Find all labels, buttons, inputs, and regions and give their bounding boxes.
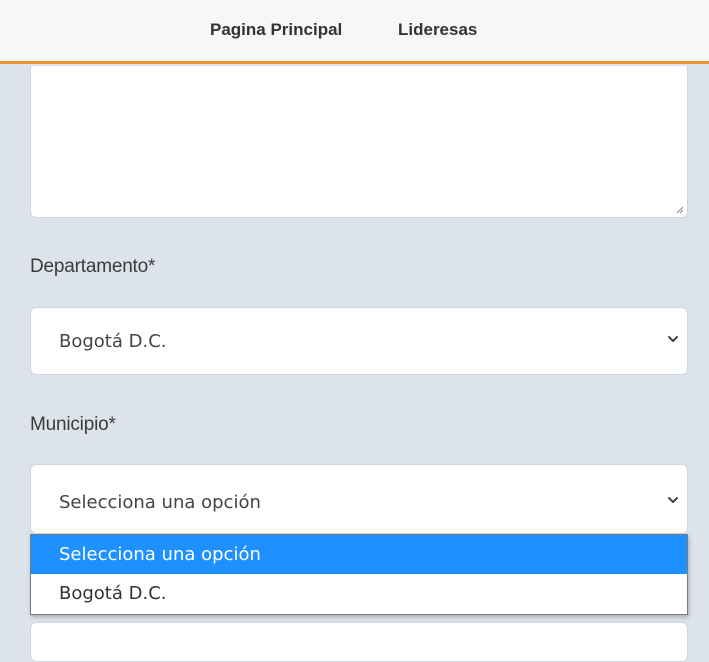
- nav-link-lideresas[interactable]: Lideresas: [398, 20, 477, 40]
- municipio-option-placeholder[interactable]: Selecciona una opción: [31, 535, 687, 574]
- chevron-down-icon: [668, 497, 678, 503]
- departamento-selected-value: Bogotá D.C.: [59, 331, 167, 352]
- resize-grip-icon[interactable]: [675, 205, 684, 214]
- top-navbar: Pagina Principal Lideresas: [0, 0, 709, 64]
- comments-textarea[interactable]: [30, 66, 688, 218]
- municipio-label: Municipio*: [30, 414, 116, 435]
- municipio-dropdown-list: Selecciona una opción Bogotá D.C.: [30, 534, 688, 615]
- municipio-select[interactable]: Selecciona una opción: [30, 464, 688, 534]
- municipio-option-bogota[interactable]: Bogotá D.C.: [31, 574, 687, 613]
- next-form-field[interactable]: [30, 622, 688, 662]
- departamento-label: Departamento*: [30, 256, 156, 277]
- departamento-select[interactable]: Bogotá D.C.: [30, 307, 688, 375]
- nav-link-home[interactable]: Pagina Principal: [210, 20, 342, 40]
- municipio-selected-value: Selecciona una opción: [59, 492, 261, 513]
- chevron-down-icon: [668, 336, 678, 342]
